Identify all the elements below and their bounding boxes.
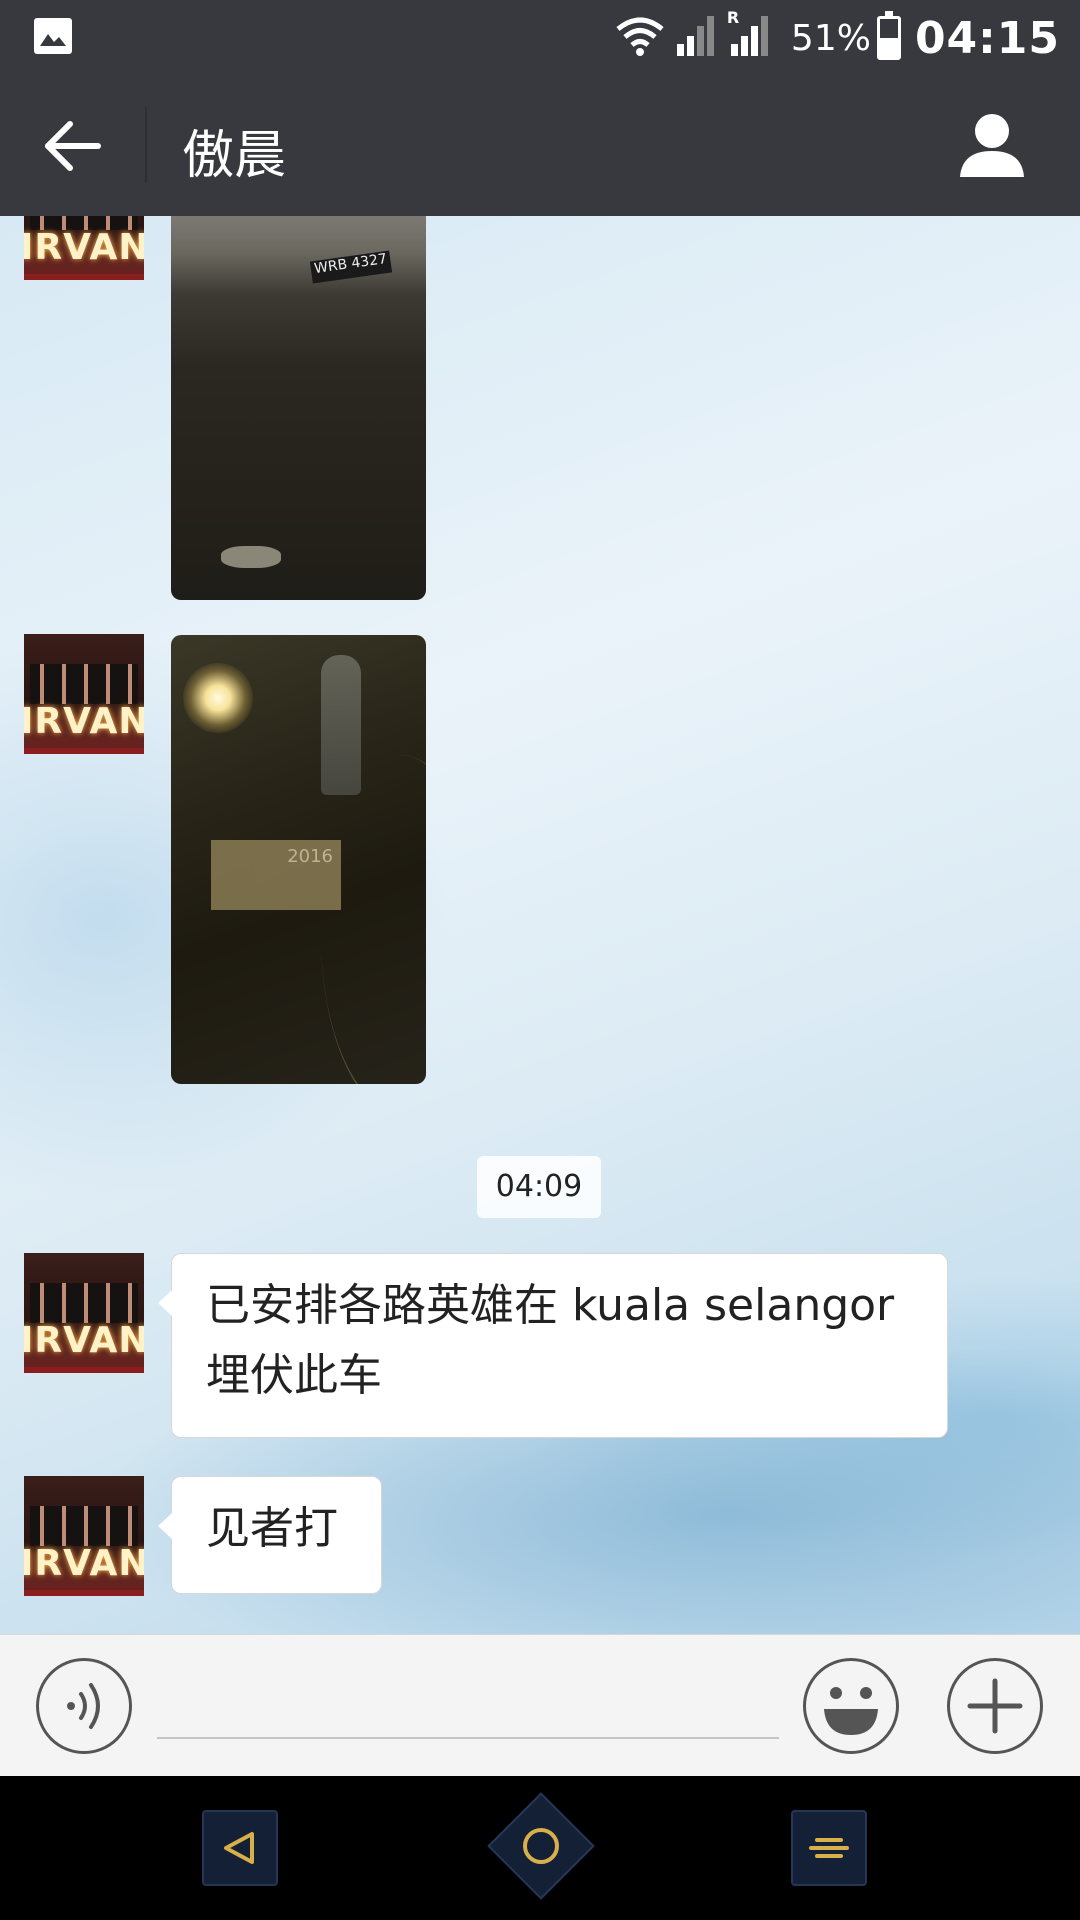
nav-back-icon [224,1832,254,1864]
plus-button[interactable] [947,1658,1043,1754]
signal-icon [675,14,719,62]
avatar-caption: IRVANA [24,701,144,742]
nav-back-button[interactable] [202,1810,278,1886]
person-icon [960,114,1024,177]
wifi-icon [615,16,665,60]
image-message[interactable]: 2016 [171,635,426,1084]
avatar-photo [30,1283,138,1323]
roaming-indicator: R [726,8,740,27]
gallery-icon [34,18,72,54]
emoji-button[interactable] [803,1658,899,1754]
avatar[interactable]: IRVANA [24,1476,144,1596]
battery-icon [876,11,901,60]
battery-percent: 51% [790,17,871,59]
navigation-bar [0,1776,1080,1920]
nav-home-icon [523,1828,559,1864]
image-message[interactable]: WRB 4327 [171,216,426,600]
text-message[interactable]: 见者打 [158,1476,382,1594]
battery-fill [879,37,898,57]
input-bar [0,1634,1080,1776]
voice-button[interactable] [36,1658,132,1754]
avatar[interactable]: IRVANA [24,216,144,280]
avatar-photo [30,664,138,704]
message-input[interactable] [157,1679,779,1739]
arrow-left-icon [45,121,101,171]
text-message[interactable]: 已安排各路英雄在 kuala selangor 埋伏此车 [158,1253,948,1438]
nav-menu-icon [809,1838,849,1858]
voice-icon [67,1683,100,1729]
emoji-icon [824,1687,878,1735]
chat-title: 傲晨 [182,126,287,186]
message-timestamp: 04:09 [477,1156,601,1218]
avatar[interactable]: IRVANA [24,634,144,754]
avatar-caption: IRVANA [24,227,144,268]
status-time: 04:15 [914,12,1060,64]
avatar-photo [30,1506,138,1546]
back-button[interactable] [40,113,106,179]
signal-roaming-icon: R [727,8,773,62]
avatar-caption: IRVANA [24,1320,144,1361]
avatar-caption: IRVANA [24,1543,144,1584]
avatar[interactable]: IRVANA [24,1253,144,1373]
header-divider [145,107,147,183]
chat-header: 傲晨 [0,75,1080,216]
status-icons: R 51% 04:15 [615,8,1060,68]
profile-button[interactable] [954,107,1030,183]
car-plate: WRB 4327 [309,250,393,284]
nav-home-button[interactable] [487,1792,595,1900]
nav-menu-button[interactable] [791,1810,867,1886]
status-bar: R 51% 04:15 [0,0,1080,75]
plus-icon [967,1678,1023,1734]
chat-area[interactable]: IRVANA WRB 4327 IRVANA 2016 04:09 IRVANA… [0,216,1080,1634]
